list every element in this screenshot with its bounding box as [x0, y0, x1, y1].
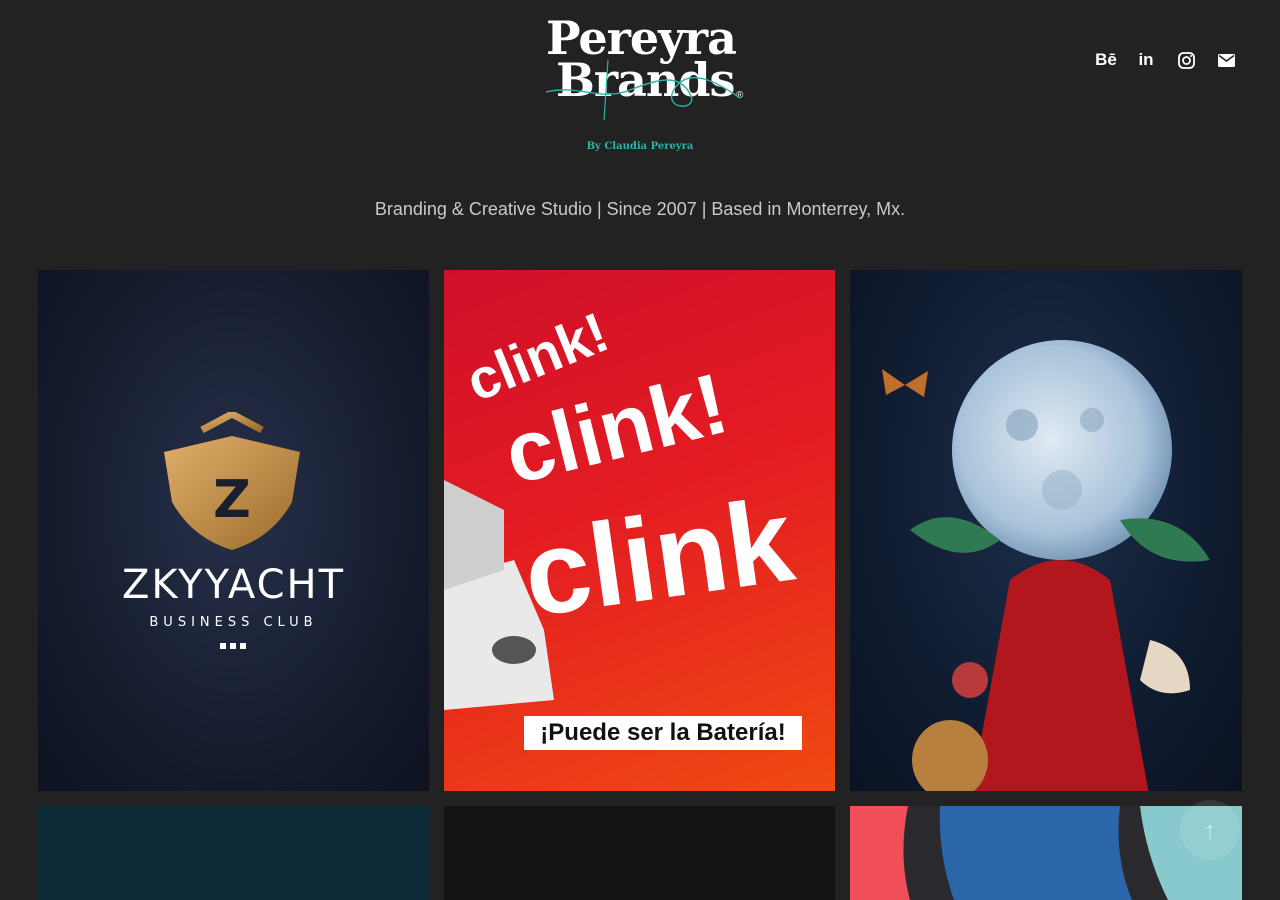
butterfly-icon: [882, 369, 928, 397]
figure-illustration: [910, 517, 1210, 791]
signature-scribble-icon: [545, 59, 741, 121]
project-tile-teal[interactable]: [38, 806, 429, 900]
tagline: Branding & Creative Studio | Since 2007 …: [374, 199, 906, 219]
project-tile-zkyyacht[interactable]: Z ZKYYACHT BUSINESS CLUB: [38, 270, 429, 791]
social-links: Bē in: [1094, 49, 1254, 71]
shield-monogram: Z: [213, 470, 251, 530]
linkedin-icon[interactable]: in: [1134, 49, 1158, 71]
brand-logo[interactable]: Pereyra Brands ®: [540, 14, 750, 124]
scroll-to-top-button[interactable]: ↑: [1180, 800, 1240, 860]
project-tile-clink[interactable]: clink! clink! clink ¡Puede ser la Baterí…: [444, 270, 835, 791]
instagram-icon[interactable]: [1174, 49, 1198, 71]
dots-ornament: [220, 643, 246, 649]
byline: By Claudia Pereyra: [586, 141, 694, 152]
behance-icon[interactable]: Bē: [1094, 49, 1118, 71]
project-title: ZKYYACHT: [121, 562, 346, 608]
project-tile-dark-texture[interactable]: [444, 806, 835, 900]
project-subtitle: BUSINESS CLUB: [149, 615, 318, 630]
mail-icon[interactable]: [1214, 49, 1238, 71]
project-tile-moon-collage[interactable]: [850, 270, 1242, 791]
clink-banner: ¡Puede ser la Batería!: [524, 716, 802, 750]
